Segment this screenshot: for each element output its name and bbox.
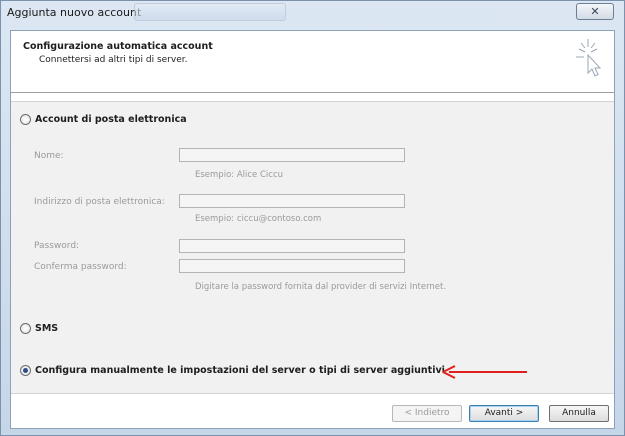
name-hint: Esempio: Alice Ciccu (195, 170, 284, 180)
manual-config-radio[interactable] (20, 365, 31, 376)
name-field[interactable] (179, 148, 405, 162)
sms-radio[interactable] (20, 323, 31, 334)
email-account-label: Account di posta elettronica (35, 114, 187, 125)
email-account-radio[interactable] (20, 114, 31, 125)
sms-label: SMS (35, 323, 59, 334)
sms-option[interactable]: SMS (20, 323, 58, 334)
password-field[interactable] (179, 239, 405, 253)
cursor-sparkle-icon (576, 39, 602, 77)
email-hint: Esempio: ciccu@contoso.com (195, 214, 322, 224)
close-icon: ✕ (590, 5, 600, 18)
email-field[interactable] (179, 194, 405, 208)
manual-config-label: Configura manualmente le impostazioni de… (35, 365, 445, 376)
footer-divider (11, 393, 614, 394)
red-arrow-annotation (442, 365, 527, 379)
email-account-option[interactable]: Account di posta elettronica (20, 114, 187, 125)
dialog-window: Aggiunta nuovo account ✕ Configurazione … (0, 0, 625, 436)
title-bar[interactable]: Aggiunta nuovo account ✕ (1, 1, 624, 28)
header-subtitle: Connettersi ad altri tipi di server. (39, 55, 188, 65)
cancel-button[interactable]: Annulla (549, 405, 609, 422)
password-hint: Digitare la password fornita dal provide… (195, 282, 447, 292)
background-taskbar-tab (134, 3, 286, 21)
confirm-password-label: Conferma password: (34, 262, 127, 272)
header-title: Configurazione automatica account (23, 41, 213, 52)
confirm-password-field[interactable] (179, 259, 405, 273)
back-button[interactable]: < Indietro (392, 405, 462, 422)
dialog-content: Configurazione automatica account Connet… (10, 30, 615, 429)
password-label: Password: (34, 241, 80, 251)
next-button[interactable]: Avanti > (469, 405, 539, 422)
name-label: Nome: (34, 151, 64, 161)
email-label: Indirizzo di posta elettronica: (34, 197, 165, 207)
close-button[interactable]: ✕ (576, 3, 614, 20)
wizard-header: Configurazione automatica account Connet… (11, 31, 614, 93)
window-title: Aggiunta nuovo account (7, 6, 142, 19)
manual-config-option[interactable]: Configura manualmente le impostazioni de… (20, 365, 445, 376)
